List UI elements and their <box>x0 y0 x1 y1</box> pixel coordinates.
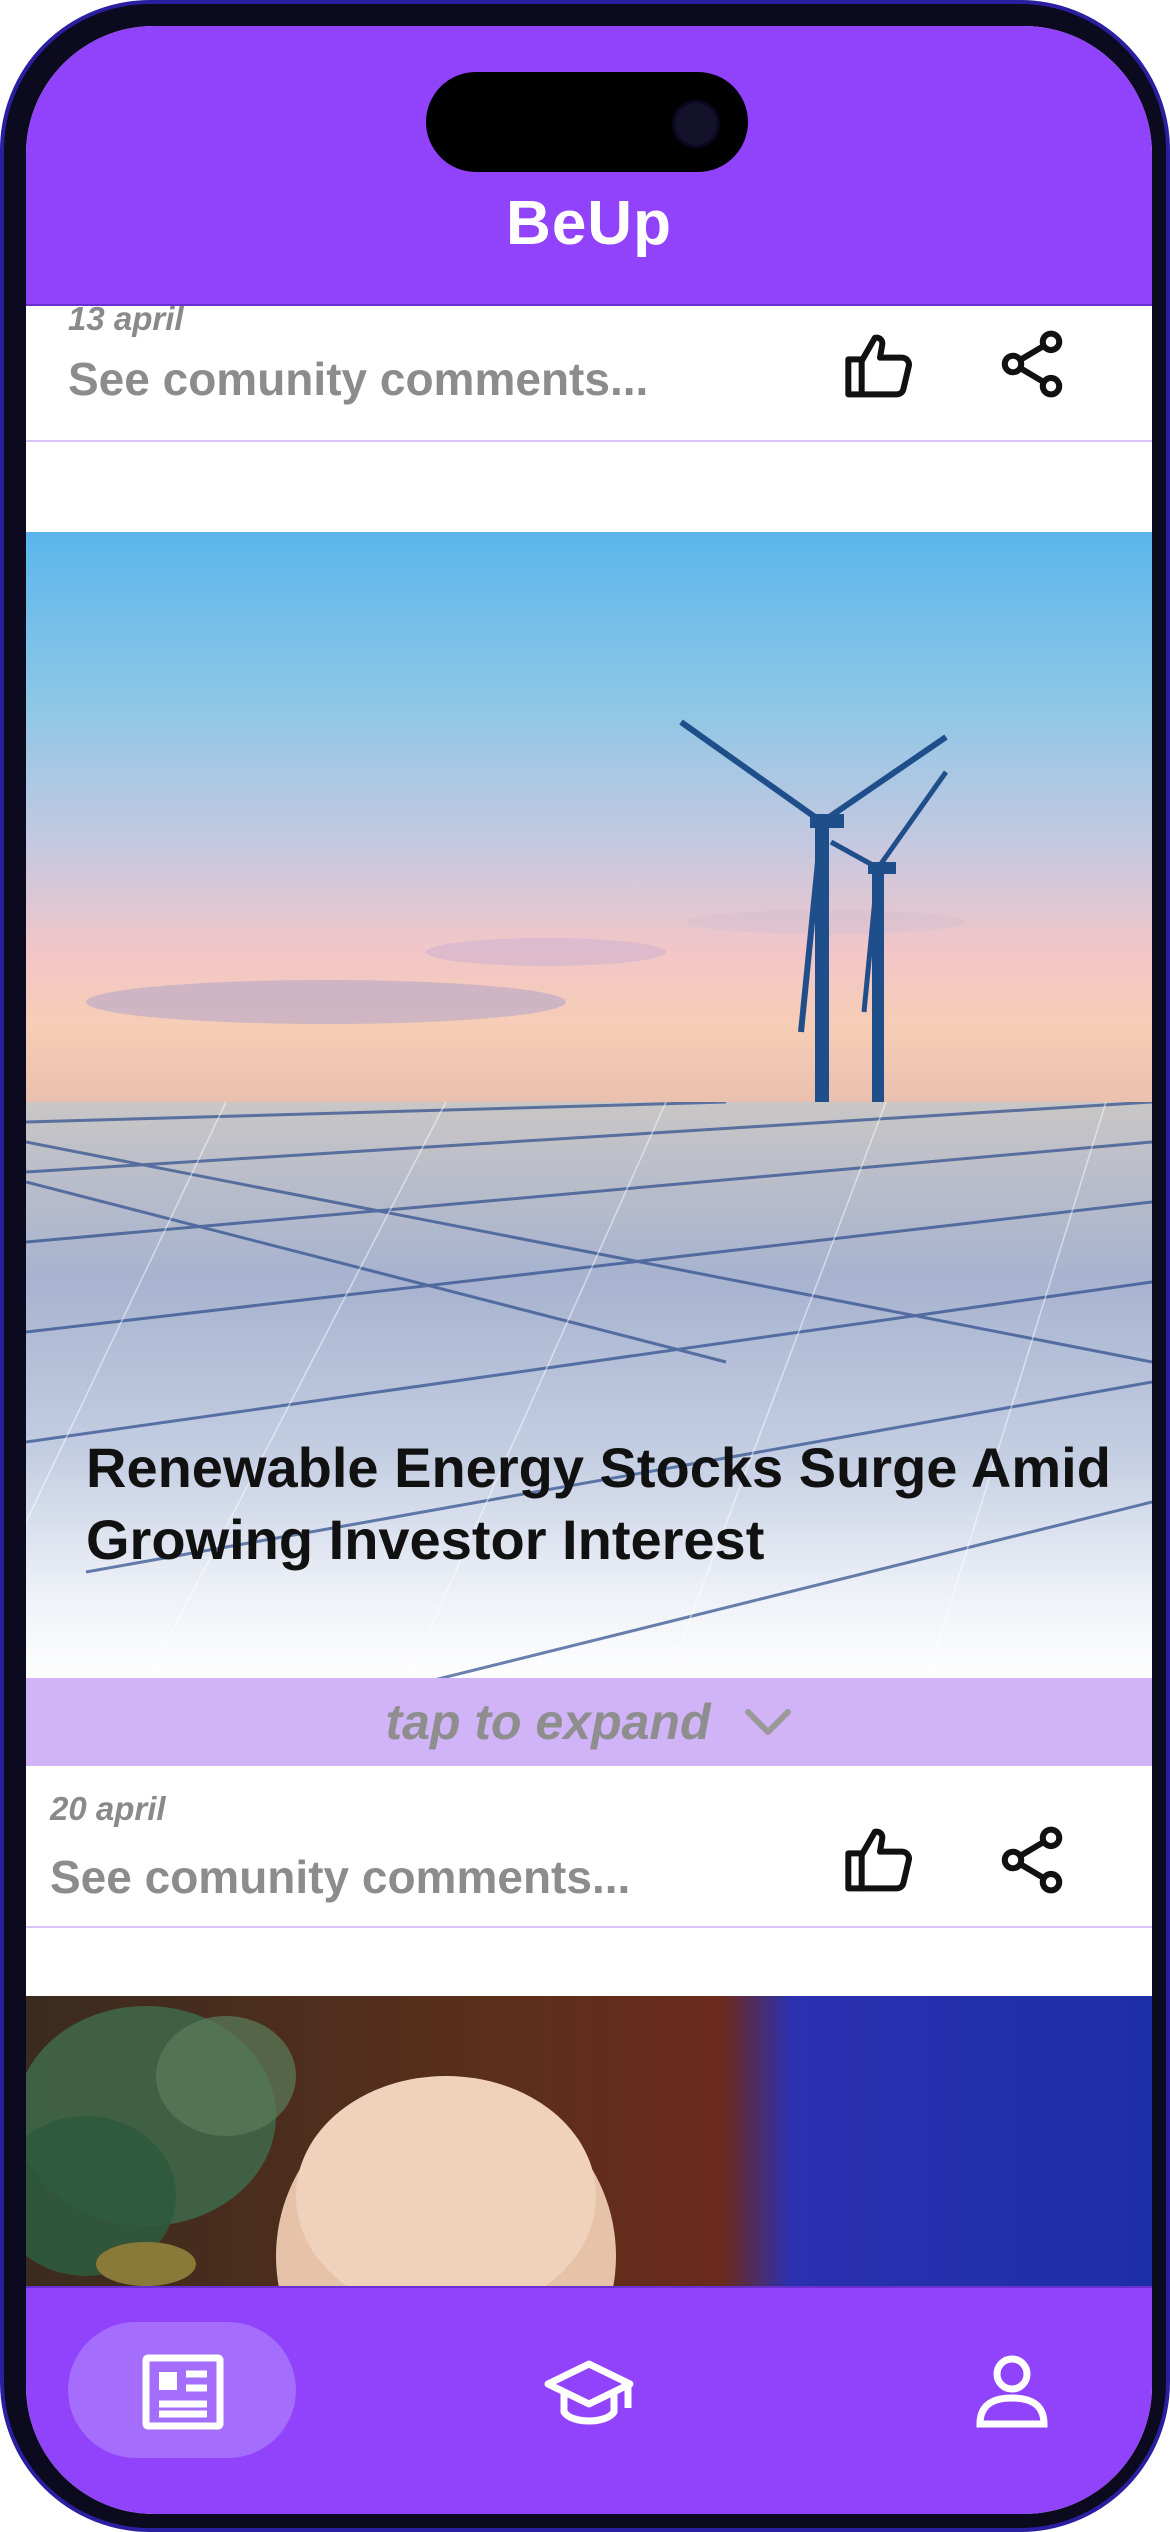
user-icon[interactable] <box>974 2354 1050 2435</box>
post-footer: 20 april See comunity comments... <box>26 1766 1152 1966</box>
share-icon[interactable] <box>994 326 1074 406</box>
graduation-cap-icon[interactable] <box>542 2358 636 2439</box>
chevron-down-icon <box>743 1704 793 1740</box>
news-card-image[interactable]: Renewable Energy Stocks Surge Amid Growi… <box>26 532 1152 1678</box>
share-icon[interactable] <box>994 1822 1074 1902</box>
app-header: BeUp <box>26 26 1152 306</box>
post-date: 13 april <box>68 306 184 337</box>
post-date: 20 april <box>50 1790 166 1827</box>
comments-link[interactable]: See comunity comments... <box>68 352 648 406</box>
comments-link[interactable]: See comunity comments... <box>50 1850 630 1904</box>
divider <box>26 440 1152 442</box>
thumbs-up-icon[interactable] <box>840 326 920 406</box>
app-title: BeUp <box>506 189 672 258</box>
expand-label: tap to expand <box>385 1694 711 1750</box>
news-photo <box>26 2006 616 2286</box>
newspaper-icon[interactable] <box>142 2354 224 2435</box>
expand-button[interactable]: tap to expand <box>26 1678 1152 1766</box>
bottom-navigation <box>26 2286 1152 2514</box>
news-card-image[interactable] <box>26 1996 1152 2286</box>
phone-frame: BeUp 13 april See comunity comments... R… <box>0 0 1170 2532</box>
thumbs-up-icon[interactable] <box>840 1820 920 1900</box>
news-headline: Renewable Energy Stocks Surge Amid Growi… <box>86 1436 1111 1571</box>
camera-icon <box>672 100 720 148</box>
divider <box>26 1926 1152 1928</box>
app-screen: BeUp 13 april See comunity comments... R… <box>26 26 1152 2514</box>
post-footer: 13 april See comunity comments... <box>26 306 1152 466</box>
news-feed[interactable]: 13 april See comunity comments... Renewa… <box>26 306 1152 2286</box>
dynamic-island <box>426 72 748 172</box>
solar-panel-grid <box>26 1102 1152 1678</box>
